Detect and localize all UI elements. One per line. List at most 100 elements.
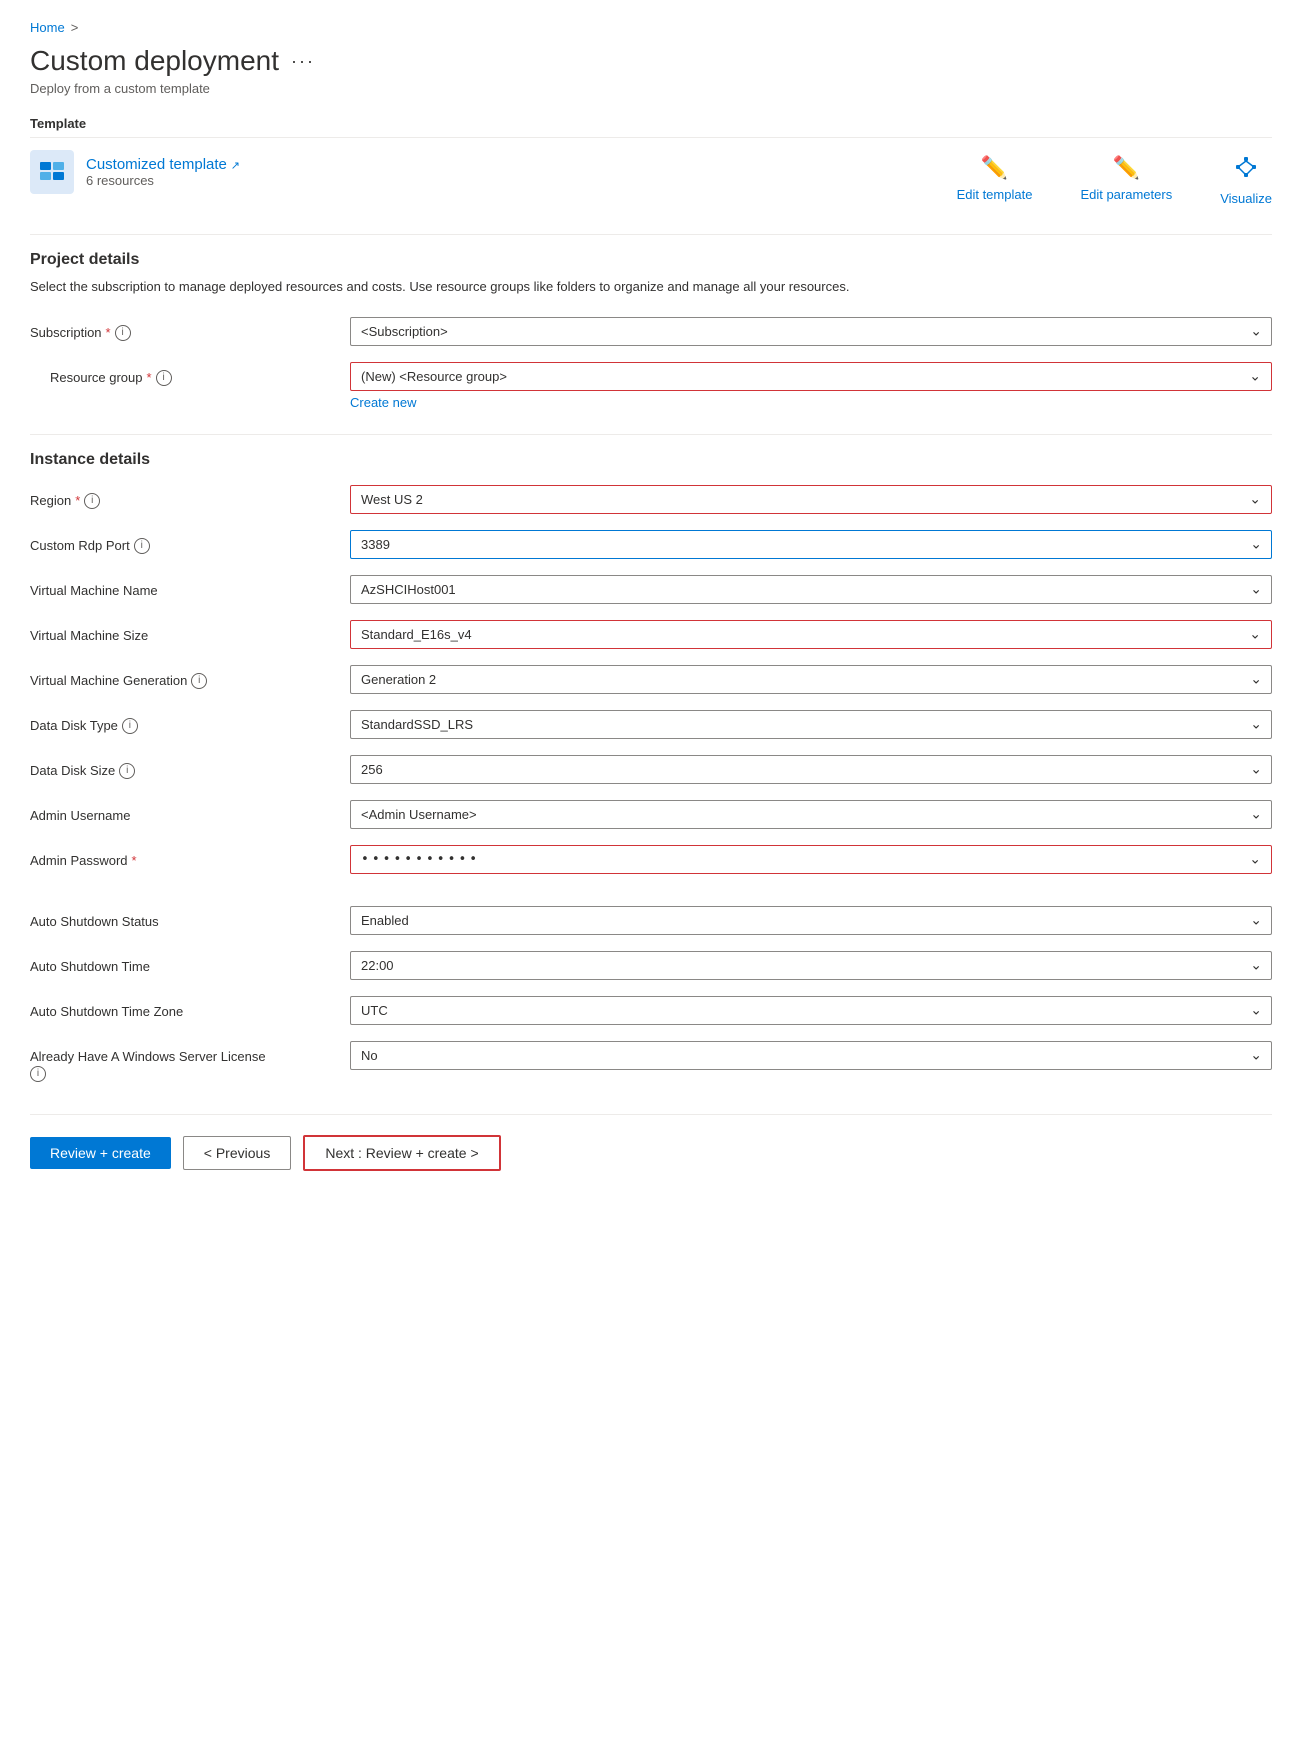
admin-password-input[interactable]	[351, 846, 1271, 873]
resource-group-label: Resource group * i	[30, 362, 330, 386]
resource-group-control: (New) <Resource group> Create new	[350, 362, 1272, 410]
vm-generation-select[interactable]: Generation 2	[350, 665, 1272, 694]
subscription-select[interactable]: <Subscription>	[350, 317, 1272, 346]
template-section: Template Customized template ↗ 6 resourc…	[30, 116, 1272, 210]
admin-password-row: Admin Password *	[30, 845, 1272, 874]
auto-shutdown-status-select[interactable]: Enabled	[350, 906, 1272, 935]
admin-username-label: Admin Username	[30, 800, 330, 823]
vm-size-control: Standard_E16s_v4	[350, 620, 1272, 649]
already-windows-row: Already Have A Windows Server License i …	[30, 1041, 1272, 1082]
vm-name-select[interactable]: AzSHCIHost001	[350, 575, 1272, 604]
data-disk-size-info-icon[interactable]: i	[119, 763, 135, 779]
template-name-link[interactable]: Customized template	[86, 156, 227, 173]
subscription-row: Subscription * i <Subscription>	[30, 317, 1272, 346]
admin-username-row: Admin Username <Admin Username>	[30, 800, 1272, 829]
region-info-icon[interactable]: i	[84, 493, 100, 509]
data-disk-type-select-wrapper: StandardSSD_LRS	[350, 710, 1272, 739]
template-card: Customized template ↗ 6 resources	[30, 150, 240, 194]
previous-button[interactable]: < Previous	[183, 1136, 292, 1170]
vm-name-control: AzSHCIHost001	[350, 575, 1272, 604]
data-disk-type-select[interactable]: StandardSSD_LRS	[350, 710, 1272, 739]
vm-generation-info-icon[interactable]: i	[191, 673, 207, 689]
auto-shutdown-time-control: 22:00	[350, 951, 1272, 980]
visualize-button[interactable]: Visualize	[1220, 155, 1272, 206]
edit-template-button[interactable]: ✏️ Edit template	[957, 155, 1033, 206]
auto-shutdown-status-label: Auto Shutdown Status	[30, 906, 330, 929]
page-title: Custom deployment	[30, 45, 279, 77]
divider-2	[30, 434, 1272, 435]
review-create-button[interactable]: Review + create	[30, 1137, 171, 1169]
data-disk-size-select[interactable]: 256	[350, 755, 1272, 784]
already-windows-label: Already Have A Windows Server License i	[30, 1041, 330, 1082]
auto-shutdown-status-control: Enabled	[350, 906, 1272, 935]
instance-details-title: Instance details	[30, 451, 1272, 469]
visualize-label: Visualize	[1220, 191, 1272, 206]
edit-parameters-button[interactable]: ✏️ Edit parameters	[1080, 155, 1172, 206]
data-disk-size-label: Data Disk Size i	[30, 755, 330, 779]
vm-name-label: Virtual Machine Name i	[30, 575, 330, 599]
subscription-label: Subscription * i	[30, 317, 330, 341]
already-windows-info-icon[interactable]: i	[30, 1066, 46, 1082]
edit-parameters-label: Edit parameters	[1080, 187, 1172, 202]
auto-shutdown-timezone-select-wrapper: UTC	[350, 996, 1272, 1025]
admin-username-control: <Admin Username>	[350, 800, 1272, 829]
instance-details-section: Instance details Region * i West US 2 Cu…	[30, 451, 1272, 1082]
custom-rdp-port-select-wrapper: 3389	[350, 530, 1272, 559]
custom-rdp-port-label: Custom Rdp Port i	[30, 530, 330, 554]
spacer	[30, 890, 1272, 906]
admin-password-select-wrapper	[351, 846, 1271, 873]
auto-shutdown-timezone-select[interactable]: UTC	[350, 996, 1272, 1025]
custom-rdp-port-select[interactable]: 3389	[350, 530, 1272, 559]
region-control: West US 2	[350, 485, 1272, 514]
breadcrumb: Home >	[30, 20, 1272, 35]
resource-group-row: Resource group * i (New) <Resource group…	[30, 362, 1272, 410]
vm-generation-control: Generation 2	[350, 665, 1272, 694]
subscription-select-wrapper: <Subscription>	[350, 317, 1272, 346]
vm-size-select[interactable]: Standard_E16s_v4	[351, 621, 1271, 648]
resource-group-border: (New) <Resource group>	[350, 362, 1272, 391]
action-buttons: ✏️ Edit template ✏️ Edit parameters	[957, 155, 1272, 206]
page-subtitle: Deploy from a custom template	[30, 81, 1272, 96]
breadcrumb-home[interactable]: Home	[30, 20, 65, 35]
create-new-link[interactable]: Create new	[350, 395, 1272, 410]
admin-username-select[interactable]: <Admin Username>	[350, 800, 1272, 829]
custom-rdp-port-control: 3389	[350, 530, 1272, 559]
auto-shutdown-status-row: Auto Shutdown Status Enabled	[30, 906, 1272, 935]
subscription-required-marker: *	[106, 325, 111, 340]
vm-name-row: Virtual Machine Name i AzSHCIHost001	[30, 575, 1272, 604]
resource-group-info-icon[interactable]: i	[156, 370, 172, 386]
region-label: Region * i	[30, 485, 330, 509]
admin-password-label: Admin Password *	[30, 845, 330, 868]
edit-template-icon: ✏️	[981, 155, 1008, 181]
edit-parameters-icon: ✏️	[1113, 155, 1140, 181]
subscription-info-icon[interactable]: i	[115, 325, 131, 341]
resource-group-select[interactable]: (New) <Resource group>	[351, 363, 1271, 390]
region-select[interactable]: West US 2	[351, 486, 1271, 513]
admin-password-required-marker: *	[132, 853, 137, 868]
custom-rdp-port-row: Custom Rdp Port i 3389	[30, 530, 1272, 559]
custom-rdp-port-info-icon[interactable]: i	[134, 538, 150, 554]
region-select-wrapper: West US 2	[351, 486, 1271, 513]
more-options-button[interactable]: ···	[291, 51, 315, 72]
data-disk-type-info-icon[interactable]: i	[122, 718, 138, 734]
auto-shutdown-status-select-wrapper: Enabled	[350, 906, 1272, 935]
auto-shutdown-timezone-label: Auto Shutdown Time Zone	[30, 996, 330, 1019]
visualize-icon	[1234, 155, 1258, 185]
next-review-create-button[interactable]: Next : Review + create >	[303, 1135, 500, 1171]
data-disk-size-row: Data Disk Size i 256	[30, 755, 1272, 784]
auto-shutdown-time-select-wrapper: 22:00	[350, 951, 1272, 980]
auto-shutdown-time-select[interactable]: 22:00	[350, 951, 1272, 980]
edit-template-label: Edit template	[957, 187, 1033, 202]
data-disk-type-label: Data Disk Type i	[30, 710, 330, 734]
vm-size-select-wrapper: Standard_E16s_v4	[351, 621, 1271, 648]
page-title-row: Custom deployment ···	[30, 45, 1272, 77]
subscription-control: <Subscription>	[350, 317, 1272, 346]
already-windows-control: No	[350, 1041, 1272, 1070]
template-icon	[30, 150, 74, 194]
auto-shutdown-time-label: Auto Shutdown Time	[30, 951, 330, 974]
already-windows-select[interactable]: No	[350, 1041, 1272, 1070]
data-disk-size-control: 256	[350, 755, 1272, 784]
data-disk-type-control: StandardSSD_LRS	[350, 710, 1272, 739]
vm-size-border: Standard_E16s_v4	[350, 620, 1272, 649]
admin-username-select-wrapper: <Admin Username>	[350, 800, 1272, 829]
